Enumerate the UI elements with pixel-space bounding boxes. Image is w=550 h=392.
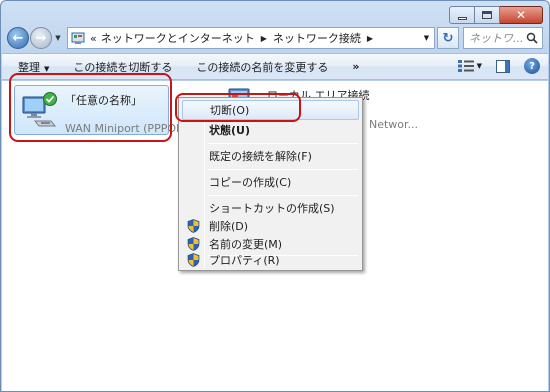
back-button[interactable]: ← — [7, 27, 29, 49]
uac-shield-icon — [187, 253, 200, 267]
maximize-button[interactable] — [475, 6, 500, 24]
arrow-right-icon: → — [35, 30, 47, 46]
menu-item-label: 状態(U) — [209, 124, 250, 137]
refresh-icon: ↻ — [442, 30, 454, 46]
refresh-button[interactable]: ↻ — [437, 27, 459, 49]
view-options-dropdown[interactable]: ▼ — [477, 62, 482, 70]
menu-separator — [208, 143, 358, 144]
menu-item-create-shortcut[interactable]: ショートカットの作成(S) — [182, 198, 359, 218]
menu-item-properties[interactable]: プロパティ(R) — [182, 250, 359, 270]
menu-item-label: コピーの作成(C) — [209, 176, 292, 189]
address-bar[interactable]: « ネットワークとインターネット ▶ ネットワーク接続 ▶ ▼ — [67, 27, 435, 49]
view-controls: ▼ ? — [457, 58, 540, 74]
more-commands-button[interactable]: » — [352, 60, 359, 73]
uac-shield-icon — [187, 237, 200, 251]
search-input[interactable]: ネットワ... — [463, 27, 543, 49]
connection-device: Networ... — [369, 118, 419, 131]
breadcrumb-arrow-icon[interactable]: ▶ — [367, 34, 373, 43]
uac-shield-icon — [187, 219, 200, 233]
minimize-icon — [457, 16, 467, 20]
address-history-dropdown[interactable]: ▼ — [418, 28, 434, 48]
forward-button[interactable]: → — [30, 27, 52, 49]
search-placeholder: ネットワ... — [469, 32, 524, 45]
menu-item-label: ショートカットの作成(S) — [209, 202, 335, 215]
rename-connection-button[interactable]: この接続の名前を変更する — [196, 59, 328, 75]
change-view-icon[interactable] — [457, 59, 475, 73]
highlight-frame-menu-item — [175, 93, 301, 122]
arrow-left-icon: ← — [12, 30, 24, 46]
chevron-down-icon: ▼ — [55, 34, 61, 42]
address-overflow[interactable]: « — [90, 32, 97, 45]
menu-item-cancel-default[interactable]: 既定の接続を解除(F) — [182, 146, 359, 166]
explorer-window: ✕ ← → ▼ « ネットワークとインターネット ▶ ネットワーク接続 ▶ ▼ … — [0, 0, 550, 392]
menu-item-create-copy[interactable]: コピーの作成(C) — [182, 172, 359, 192]
navigation-row: ← → ▼ « ネットワークとインターネット ▶ ネットワーク接続 ▶ ▼ ↻ … — [7, 26, 543, 50]
close-icon: ✕ — [515, 8, 527, 22]
recent-pages-dropdown[interactable]: ▼ — [53, 34, 63, 42]
preview-pane-icon[interactable] — [496, 59, 510, 73]
caption-buttons: ✕ — [449, 6, 543, 24]
close-button[interactable]: ✕ — [500, 6, 543, 24]
menu-item-delete[interactable]: 削除(D) — [182, 216, 359, 236]
chevron-down-icon: ▼ — [44, 64, 50, 73]
menu-item-label: 削除(D) — [209, 220, 249, 233]
highlight-frame-connection — [9, 73, 172, 142]
context-menu: 切断(O) 状態(U) 既定の接続を解除(F) コピーの作成(C) ショートカッ… — [178, 97, 363, 271]
organize-label: 整理 — [18, 60, 40, 74]
maximize-icon — [482, 11, 492, 19]
chevron-down-icon: ▼ — [423, 34, 430, 42]
menu-separator — [208, 169, 358, 170]
search-icon — [526, 32, 538, 44]
menu-item-label: 既定の接続を解除(F) — [209, 150, 312, 163]
breadcrumb-network-connections[interactable]: ネットワーク接続 — [273, 30, 361, 46]
control-panel-icon — [71, 32, 85, 44]
menu-separator — [208, 195, 358, 196]
help-icon[interactable]: ? — [524, 58, 540, 74]
minimize-button[interactable] — [449, 6, 475, 24]
menu-item-label: プロパティ(R) — [209, 254, 280, 267]
breadcrumb-arrow-icon[interactable]: ▶ — [261, 34, 267, 43]
menu-item-status[interactable]: 状態(U) — [182, 120, 359, 140]
breadcrumb-network-internet[interactable]: ネットワークとインターネット — [101, 30, 255, 46]
